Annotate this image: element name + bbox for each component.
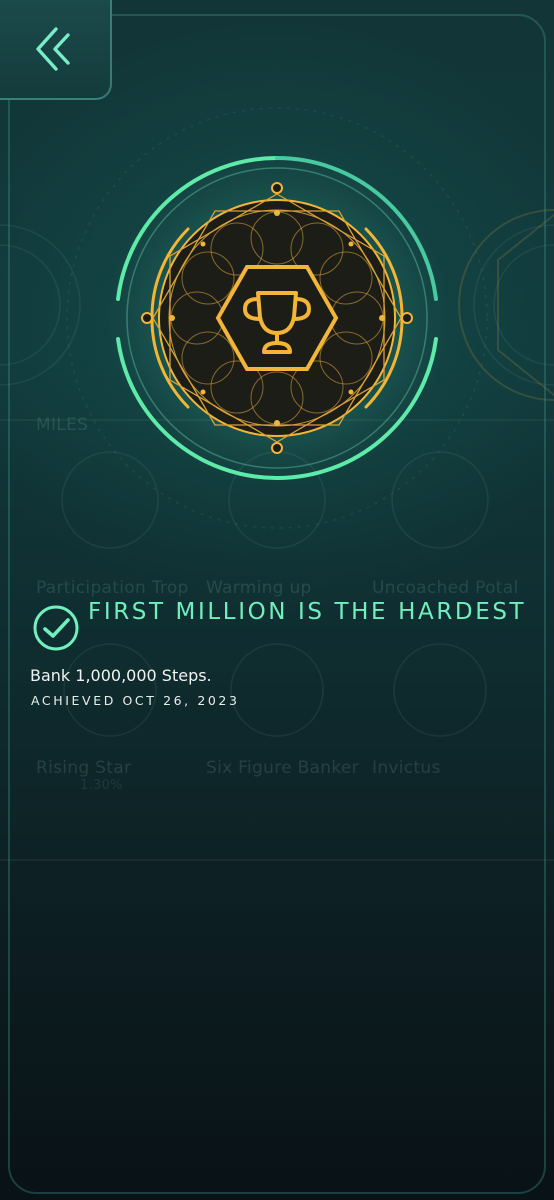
back-button[interactable] [0, 0, 112, 100]
check-circle-icon [33, 605, 79, 651]
achievement-title: FIRST MILLION IS THE HARDEST [88, 599, 527, 625]
achieved-date: ACHIEVED OCT 26, 2023 [31, 693, 240, 708]
double-chevron-left-icon [36, 27, 70, 71]
achievement-description: Bank 1,000,000 Steps. [30, 666, 212, 685]
achievement-detail-screen: MILES Participation Trop Warming up Unco… [0, 0, 554, 1200]
achievement-badge [107, 148, 447, 488]
